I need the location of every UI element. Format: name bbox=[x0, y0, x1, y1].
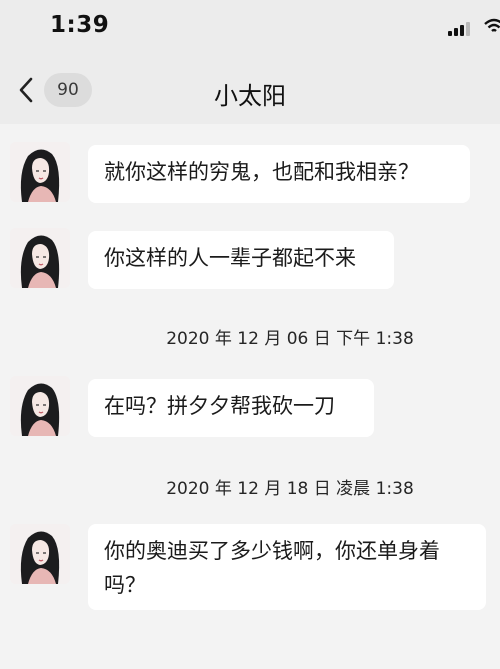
nav-bar: 90 小太阳 bbox=[0, 56, 500, 124]
avatar-image bbox=[10, 376, 70, 436]
avatar-image bbox=[10, 228, 70, 288]
message-bubble[interactable]: 就你这样的穷鬼，也配和我相亲？ bbox=[88, 145, 470, 203]
contact-avatar[interactable] bbox=[10, 142, 70, 202]
avatar-image bbox=[10, 524, 70, 584]
chat-message-list[interactable]: 就你这样的穷鬼，也配和我相亲？ 你这样的人一辈子都起不来 2020 年 12 月… bbox=[0, 124, 500, 669]
message-bubble[interactable]: 你的奥迪买了多少钱啊，你还单身着吗？ bbox=[88, 524, 486, 610]
message-timestamp: 2020 年 12 月 06 日 下午 1:38 bbox=[166, 329, 414, 349]
message-row: 你的奥迪买了多少钱啊，你还单身着吗？ bbox=[0, 524, 500, 614]
contact-avatar[interactable] bbox=[10, 228, 70, 288]
status-bar: 1:39 bbox=[0, 0, 500, 56]
wifi-icon bbox=[484, 18, 500, 32]
signal-icon bbox=[448, 22, 482, 36]
contact-avatar[interactable] bbox=[10, 376, 70, 436]
message-row: 就你这样的穷鬼，也配和我相亲？ bbox=[0, 142, 500, 206]
chat-title: 小太阳 bbox=[214, 82, 286, 110]
message-row: 你这样的人一辈子都起不来 bbox=[0, 228, 500, 292]
avatar-image bbox=[10, 142, 70, 202]
message-timestamp: 2020 年 12 月 18 日 凌晨 1:38 bbox=[166, 479, 414, 499]
message-bubble[interactable]: 在吗？拼夕夕帮我砍一刀 bbox=[88, 379, 374, 437]
contact-avatar[interactable] bbox=[10, 524, 70, 584]
message-bubble[interactable]: 你这样的人一辈子都起不来 bbox=[88, 231, 394, 289]
message-row: 在吗？拼夕夕帮我砍一刀 bbox=[0, 376, 500, 440]
status-time: 1:39 bbox=[50, 12, 110, 38]
